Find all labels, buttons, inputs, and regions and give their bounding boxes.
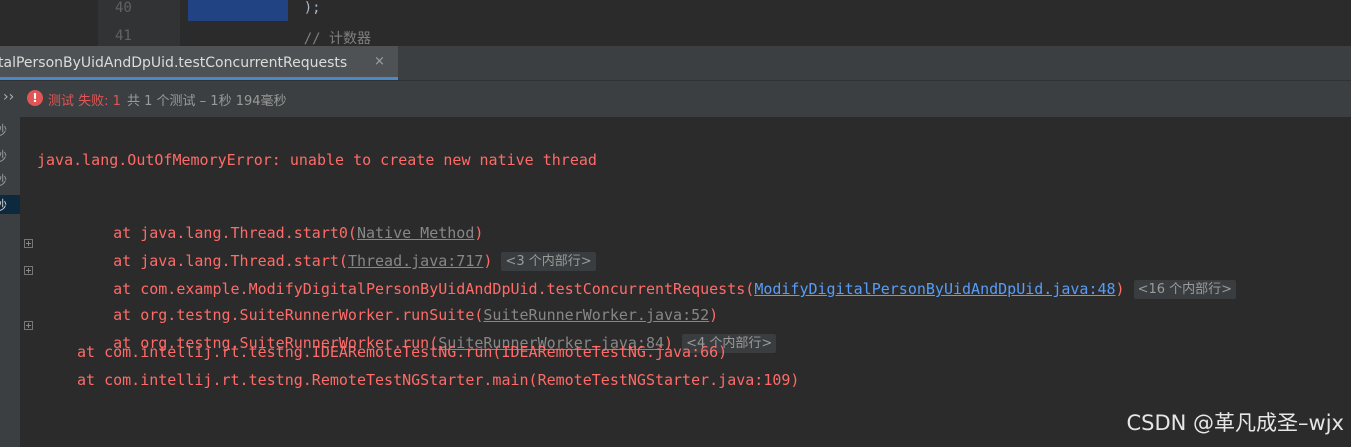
console-output[interactable]: java.lang.OutOfMemoryError: unable to cr… xyxy=(20,117,1351,447)
test-status-bar: ›› ! 测试 失败: 1 共 1 个测试 – 1秒 194毫秒 xyxy=(0,81,1351,118)
stack-frame: at com.intellij.rt.testng.IDEARemoteTest… xyxy=(77,343,728,361)
error-icon: ! xyxy=(27,90,43,106)
test-tree-item[interactable]: 秒 xyxy=(0,146,20,165)
folded-lines[interactable]: <16 个内部行> xyxy=(1133,280,1237,299)
code-editor[interactable]: 40 41 ); // 计数器 xyxy=(0,0,1351,48)
source-link[interactable]: ModifyDigitalPersonByUidAndDpUid.java:48 xyxy=(754,280,1115,298)
tab-label: talPersonByUidAndDpUid.testConcurrentReq… xyxy=(0,55,348,71)
expand-chevron-icon[interactable]: ›› xyxy=(3,89,14,105)
expand-plus-icon[interactable] xyxy=(24,239,33,248)
test-fail-count: 测试 失败: 1 xyxy=(48,94,121,109)
test-tree-item-selected[interactable]: 秒 xyxy=(0,195,20,214)
error-message: java.lang.OutOfMemoryError: unable to cr… xyxy=(37,151,597,169)
line-number: 40 xyxy=(115,0,132,16)
tab-test-run[interactable]: talPersonByUidAndDpUid.testConcurrentReq… xyxy=(0,46,398,80)
test-tree-item[interactable]: 秒 xyxy=(0,170,20,189)
watermark: CSDN @革凡成圣–wjx xyxy=(1126,411,1345,435)
expand-plus-icon[interactable] xyxy=(24,321,33,330)
line-number: 41 xyxy=(115,28,132,44)
test-tree-item[interactable]: 秒 xyxy=(0,120,20,139)
stack-frame: at com.intellij.rt.testng.RemoteTestNGSt… xyxy=(77,371,800,389)
close-icon[interactable]: × xyxy=(374,54,385,69)
run-tab-bar: talPersonByUidAndDpUid.testConcurrentReq… xyxy=(0,46,1351,81)
expand-plus-icon[interactable] xyxy=(24,266,33,275)
test-summary: 共 1 个测试 – 1秒 194毫秒 xyxy=(127,94,287,109)
code-line-comment[interactable]: // 计数器 xyxy=(270,28,371,48)
code-line[interactable]: ); xyxy=(270,0,321,16)
test-tree: 秒 秒 秒 秒 xyxy=(0,117,20,447)
